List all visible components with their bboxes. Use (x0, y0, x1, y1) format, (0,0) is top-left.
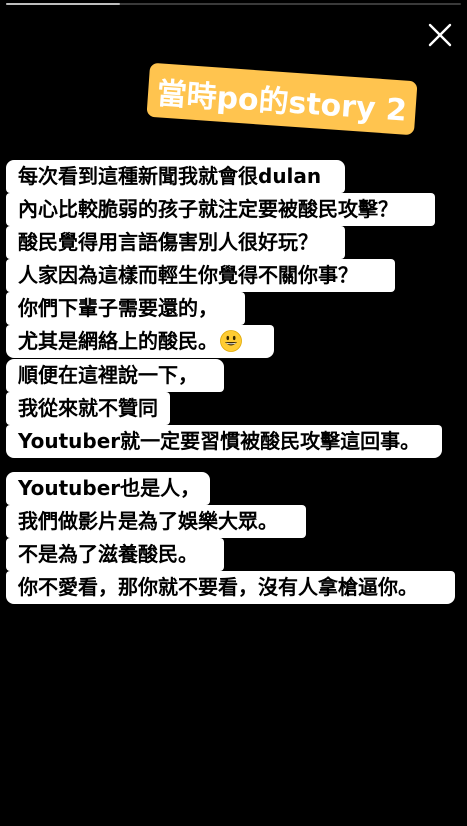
text-line: 內心比較脆弱的孩子就注定要被酸民攻擊？ (6, 193, 435, 226)
title-sticker-text: 當時po的story 2 (155, 76, 408, 129)
story-progress-fill (6, 3, 120, 5)
text-line: 酸民覺得用言語傷害別人很好玩？ (6, 226, 345, 259)
text-line: 每次看到這種新聞我就會很dulan (6, 160, 345, 193)
text-line: 我們做影片是為了娛樂大眾。 (6, 505, 306, 538)
text-line: 順便在這裡說一下， (6, 359, 224, 392)
story-progress-track (6, 3, 461, 5)
grinning-face-emoji (220, 330, 242, 352)
text-block-1: 每次看到這種新聞我就會很dulan 內心比較脆弱的孩子就注定要被酸民攻擊？ 酸民… (6, 160, 435, 358)
text-block-3: Youtuber也是人， 我們做影片是為了娛樂大眾。 不是為了滋養酸民。 你不愛… (6, 472, 455, 604)
close-button[interactable] (425, 20, 455, 50)
title-sticker: 當時po的story 2 (146, 62, 418, 136)
text-line-with-emoji: 尤其是網絡上的酸民。 (6, 325, 274, 358)
close-icon (428, 23, 452, 47)
text-line: Youtuber就一定要習慣被酸民攻擊這回事。 (6, 425, 442, 458)
text-line-text: 尤其是網絡上的酸民。 (18, 329, 218, 353)
text-line: 你們下輩子需要還的， (6, 292, 245, 325)
text-line: 人家因為這樣而輕生你覺得不關你事？ (6, 259, 395, 292)
text-line: 你不愛看，那你就不要看，沒有人拿槍逼你。 (6, 571, 455, 604)
text-line: Youtuber也是人， (6, 472, 210, 505)
text-line: 不是為了滋養酸民。 (6, 538, 224, 571)
text-line: 我從來就不贊同 (6, 392, 170, 425)
text-block-2: 順便在這裡說一下， 我從來就不贊同 Youtuber就一定要習慣被酸民攻擊這回事… (6, 359, 442, 458)
